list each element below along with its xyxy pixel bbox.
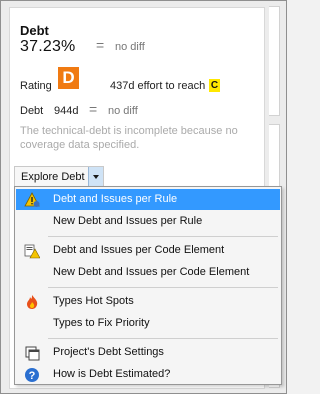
rating-label: Rating [20, 80, 52, 92]
svg-text:?: ? [29, 370, 36, 382]
menu-item-types-hot-spots[interactable]: Types Hot Spots [16, 291, 280, 312]
debt-value: 944d [54, 105, 79, 117]
equal-icon: = [89, 101, 98, 117]
menu-item-types-to-fix-priority[interactable]: Types to Fix Priority [16, 313, 280, 334]
explore-debt-label: Explore Debt [21, 171, 85, 183]
menu-item-new-debt-per-rule[interactable]: New Debt and Issues per Rule [16, 211, 280, 232]
adjacent-panel-edge [269, 6, 280, 116]
target-grade-badge: C [209, 79, 220, 92]
chevron-down-icon [93, 175, 99, 179]
diff-text: no diff [108, 105, 138, 117]
menu-item-new-debt-per-code-element[interactable]: New Debt and Issues per Code Element [16, 262, 280, 283]
effort-to-reach-text: 437d effort to reach [110, 80, 206, 92]
debt-percentage: 37.23% [20, 38, 76, 55]
menu-separator [48, 338, 278, 339]
debt-label: Debt [20, 105, 44, 117]
debt-rule-icon [24, 192, 40, 207]
coverage-warning: The technical-debt is incomplete because… [20, 125, 238, 151]
menu-item-debt-per-code-element[interactable]: Debt and Issues per Code Element [16, 240, 280, 261]
equal-icon: = [96, 37, 105, 53]
code-element-icon [24, 244, 40, 259]
fire-icon [27, 295, 38, 309]
rating-grade-badge[interactable]: D [58, 67, 79, 89]
settings-window-icon [25, 346, 40, 361]
menu-item-debt-per-rule[interactable]: Debt and Issues per Rule [16, 189, 280, 210]
menu-item-project-debt-settings[interactable]: Project's Debt Settings [16, 342, 280, 363]
menu-separator [48, 236, 278, 237]
menu-separator [48, 287, 278, 288]
dropdown-arrow-button[interactable] [88, 167, 103, 187]
explore-debt-button[interactable]: Explore Debt [14, 166, 104, 188]
menu-item-how-debt-estimated[interactable]: ? How is Debt Estimated? [16, 364, 280, 385]
help-icon: ? [25, 368, 39, 382]
explore-debt-menu: Debt and Issues per Rule New Debt and Is… [14, 186, 282, 385]
diff-text: no diff [115, 41, 145, 53]
panel-title: Debt [20, 23, 49, 38]
